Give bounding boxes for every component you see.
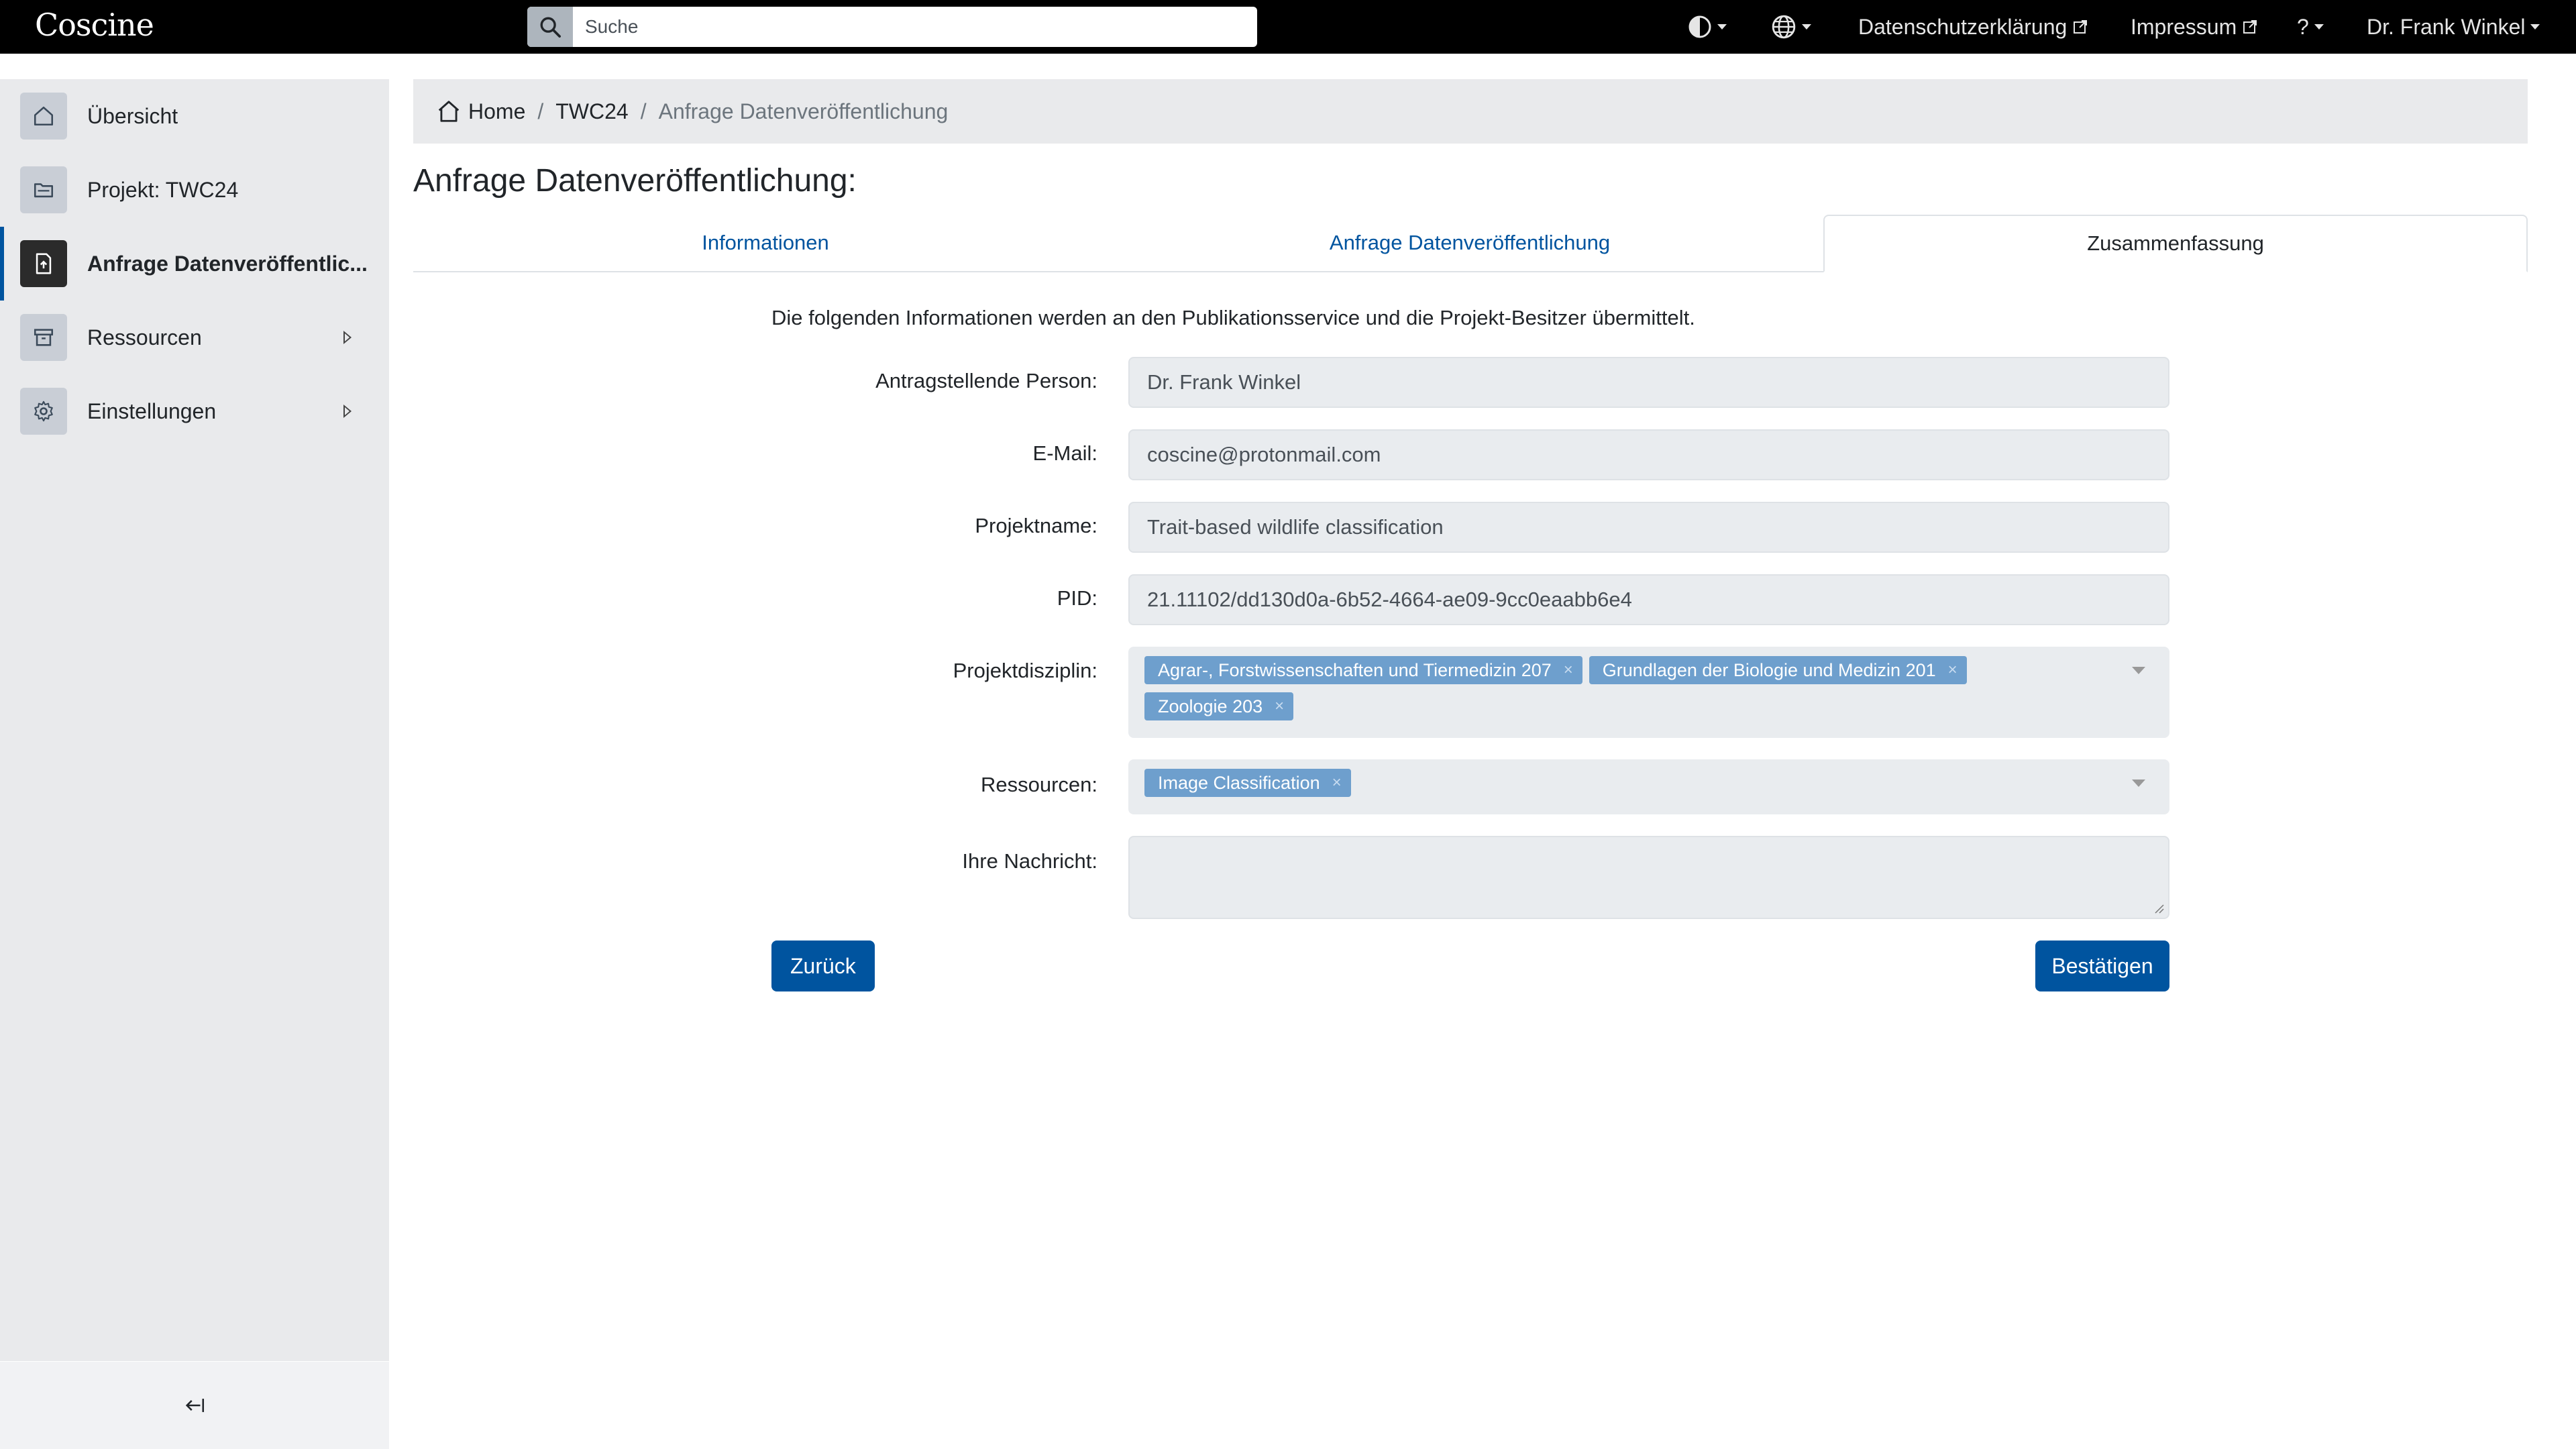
- sidebar-item-label: Einstellungen: [87, 398, 217, 423]
- imprint-link[interactable]: Impressum: [2131, 0, 2258, 54]
- user-menu[interactable]: Dr. Frank Winkel: [2367, 0, 2540, 54]
- back-button[interactable]: Zurück: [771, 941, 875, 991]
- tag-remove-icon[interactable]: ×: [1332, 773, 1342, 792]
- help-menu-label: ?: [2297, 14, 2309, 39]
- gear-icon: [34, 400, 53, 422]
- pid-label: PID:: [1057, 586, 1097, 610]
- tab-bar: Informationen Anfrage Datenveröffentlich…: [413, 215, 2528, 272]
- resize-handle-icon[interactable]: [2153, 903, 2164, 914]
- resource-tag: Image Classification ×: [1144, 769, 1351, 797]
- external-link-icon: [2074, 20, 2088, 34]
- sidebar-item-label: Übersicht: [87, 103, 178, 128]
- chevron-down-icon[interactable]: [2132, 780, 2145, 787]
- chevron-down-icon: [2530, 24, 2540, 30]
- breadcrumb-current: Anfrage Datenveröffentlichung: [658, 99, 949, 123]
- theme-toggle[interactable]: [1688, 0, 1727, 54]
- resources-label: Ressourcen:: [980, 773, 1097, 796]
- search-input[interactable]: [573, 7, 1250, 47]
- tab-anfrage[interactable]: Anfrage Datenveröffentlichung: [1118, 215, 1822, 271]
- sidebar-item-label: Projekt: TWC24: [87, 177, 239, 202]
- confirm-button[interactable]: Bestätigen: [2035, 941, 2169, 991]
- sidebar-item-publication-request[interactable]: Anfrage Datenveröffentlic...: [0, 227, 389, 301]
- breadcrumb: Home / TWC24 / Anfrage Datenveröffentlic…: [413, 79, 2528, 144]
- chevron-down-icon: [2314, 24, 2324, 30]
- chevron-down-icon: [1717, 24, 1727, 30]
- chevron-right-icon: [343, 405, 352, 418]
- breadcrumb-home[interactable]: Home: [468, 99, 525, 124]
- discipline-tag: Zoologie 203 ×: [1144, 692, 1294, 720]
- coscine-logo[interactable]: Coscine: [35, 7, 154, 43]
- folder-icon: [34, 183, 54, 198]
- chevron-right-icon: [343, 331, 352, 344]
- language-toggle[interactable]: [1771, 0, 1811, 54]
- resources-select[interactable]: Image Classification ×: [1128, 759, 2169, 814]
- collapse-left-icon: [185, 1399, 205, 1412]
- imprint-link-label: Impressum: [2131, 14, 2237, 39]
- contrast-icon: [1688, 15, 1711, 38]
- email-label: E-Mail:: [1032, 441, 1097, 465]
- applicant-label: Antragstellende Person:: [875, 369, 1097, 392]
- search-box: [527, 7, 1257, 47]
- tag-remove-icon[interactable]: ×: [1275, 697, 1284, 716]
- intro-text: Die folgenden Informationen werden an de…: [771, 306, 1695, 329]
- tag-remove-icon[interactable]: ×: [1948, 661, 1957, 680]
- sidebar-item-resources[interactable]: Ressourcen: [0, 301, 389, 374]
- breadcrumb-project[interactable]: TWC24: [555, 99, 628, 124]
- breadcrumb-separator: /: [640, 99, 647, 123]
- search-icon: [540, 17, 561, 38]
- home-icon: [438, 101, 460, 122]
- sidebar-item-label: Anfrage Datenveröffentlic...: [87, 251, 368, 276]
- home-icon: [34, 106, 54, 126]
- file-upload-icon: [36, 253, 52, 274]
- sidebar-collapse-button[interactable]: [0, 1362, 389, 1449]
- pid-field: 21.11102/dd130d0a-6b52-4664-ae09-9cc0eaa…: [1128, 574, 2169, 625]
- privacy-link-label: Datenschutzerklärung: [1858, 14, 2068, 39]
- page-title: Anfrage Datenveröffentlichung:: [413, 163, 857, 199]
- tag-remove-icon[interactable]: ×: [1564, 661, 1573, 680]
- privacy-link[interactable]: Datenschutzerklärung: [1858, 0, 2088, 54]
- email-field: coscine@protonmail.com: [1128, 429, 2169, 480]
- message-textarea[interactable]: [1128, 836, 2169, 919]
- sidebar-item-label: Ressourcen: [87, 325, 202, 350]
- external-link-icon: [2243, 20, 2257, 34]
- sidebar: Übersicht Projekt: TWC24 Anfrage Datenve…: [0, 79, 389, 1361]
- tab-informationen[interactable]: Informationen: [413, 215, 1118, 271]
- discipline-tag: Agrar-, Forstwissenschaften und Tiermedi…: [1144, 656, 1582, 684]
- chevron-down-icon[interactable]: [2132, 667, 2145, 674]
- discipline-select[interactable]: Agrar-, Forstwissenschaften und Tiermedi…: [1128, 647, 2169, 738]
- search-button[interactable]: [527, 7, 573, 47]
- tab-zusammenfassung[interactable]: Zusammenfassung: [1823, 215, 2528, 272]
- sidebar-item-overview[interactable]: Übersicht: [0, 79, 389, 153]
- applicant-field: Dr. Frank Winkel: [1128, 357, 2169, 408]
- sidebar-item-settings[interactable]: Einstellungen: [0, 374, 389, 448]
- chevron-down-icon: [1802, 24, 1811, 30]
- top-bar: Coscine Datenschutzerklärung Impressum ?…: [0, 0, 2576, 54]
- message-label: Ihre Nachricht:: [962, 849, 1097, 873]
- project-name-field: Trait-based wildlife classification: [1128, 502, 2169, 553]
- discipline-label: Projektdisziplin:: [953, 659, 1097, 682]
- user-menu-label: Dr. Frank Winkel: [2367, 14, 2526, 39]
- discipline-tag: Grundlagen der Biologie und Medizin 201 …: [1589, 656, 1967, 684]
- project-name-label: Projektname:: [975, 514, 1097, 537]
- archive-icon: [34, 329, 54, 346]
- globe-icon: [1772, 15, 1796, 39]
- breadcrumb-separator: /: [537, 99, 544, 123]
- sidebar-item-project[interactable]: Projekt: TWC24: [0, 153, 389, 227]
- help-menu[interactable]: ?: [2297, 0, 2324, 54]
